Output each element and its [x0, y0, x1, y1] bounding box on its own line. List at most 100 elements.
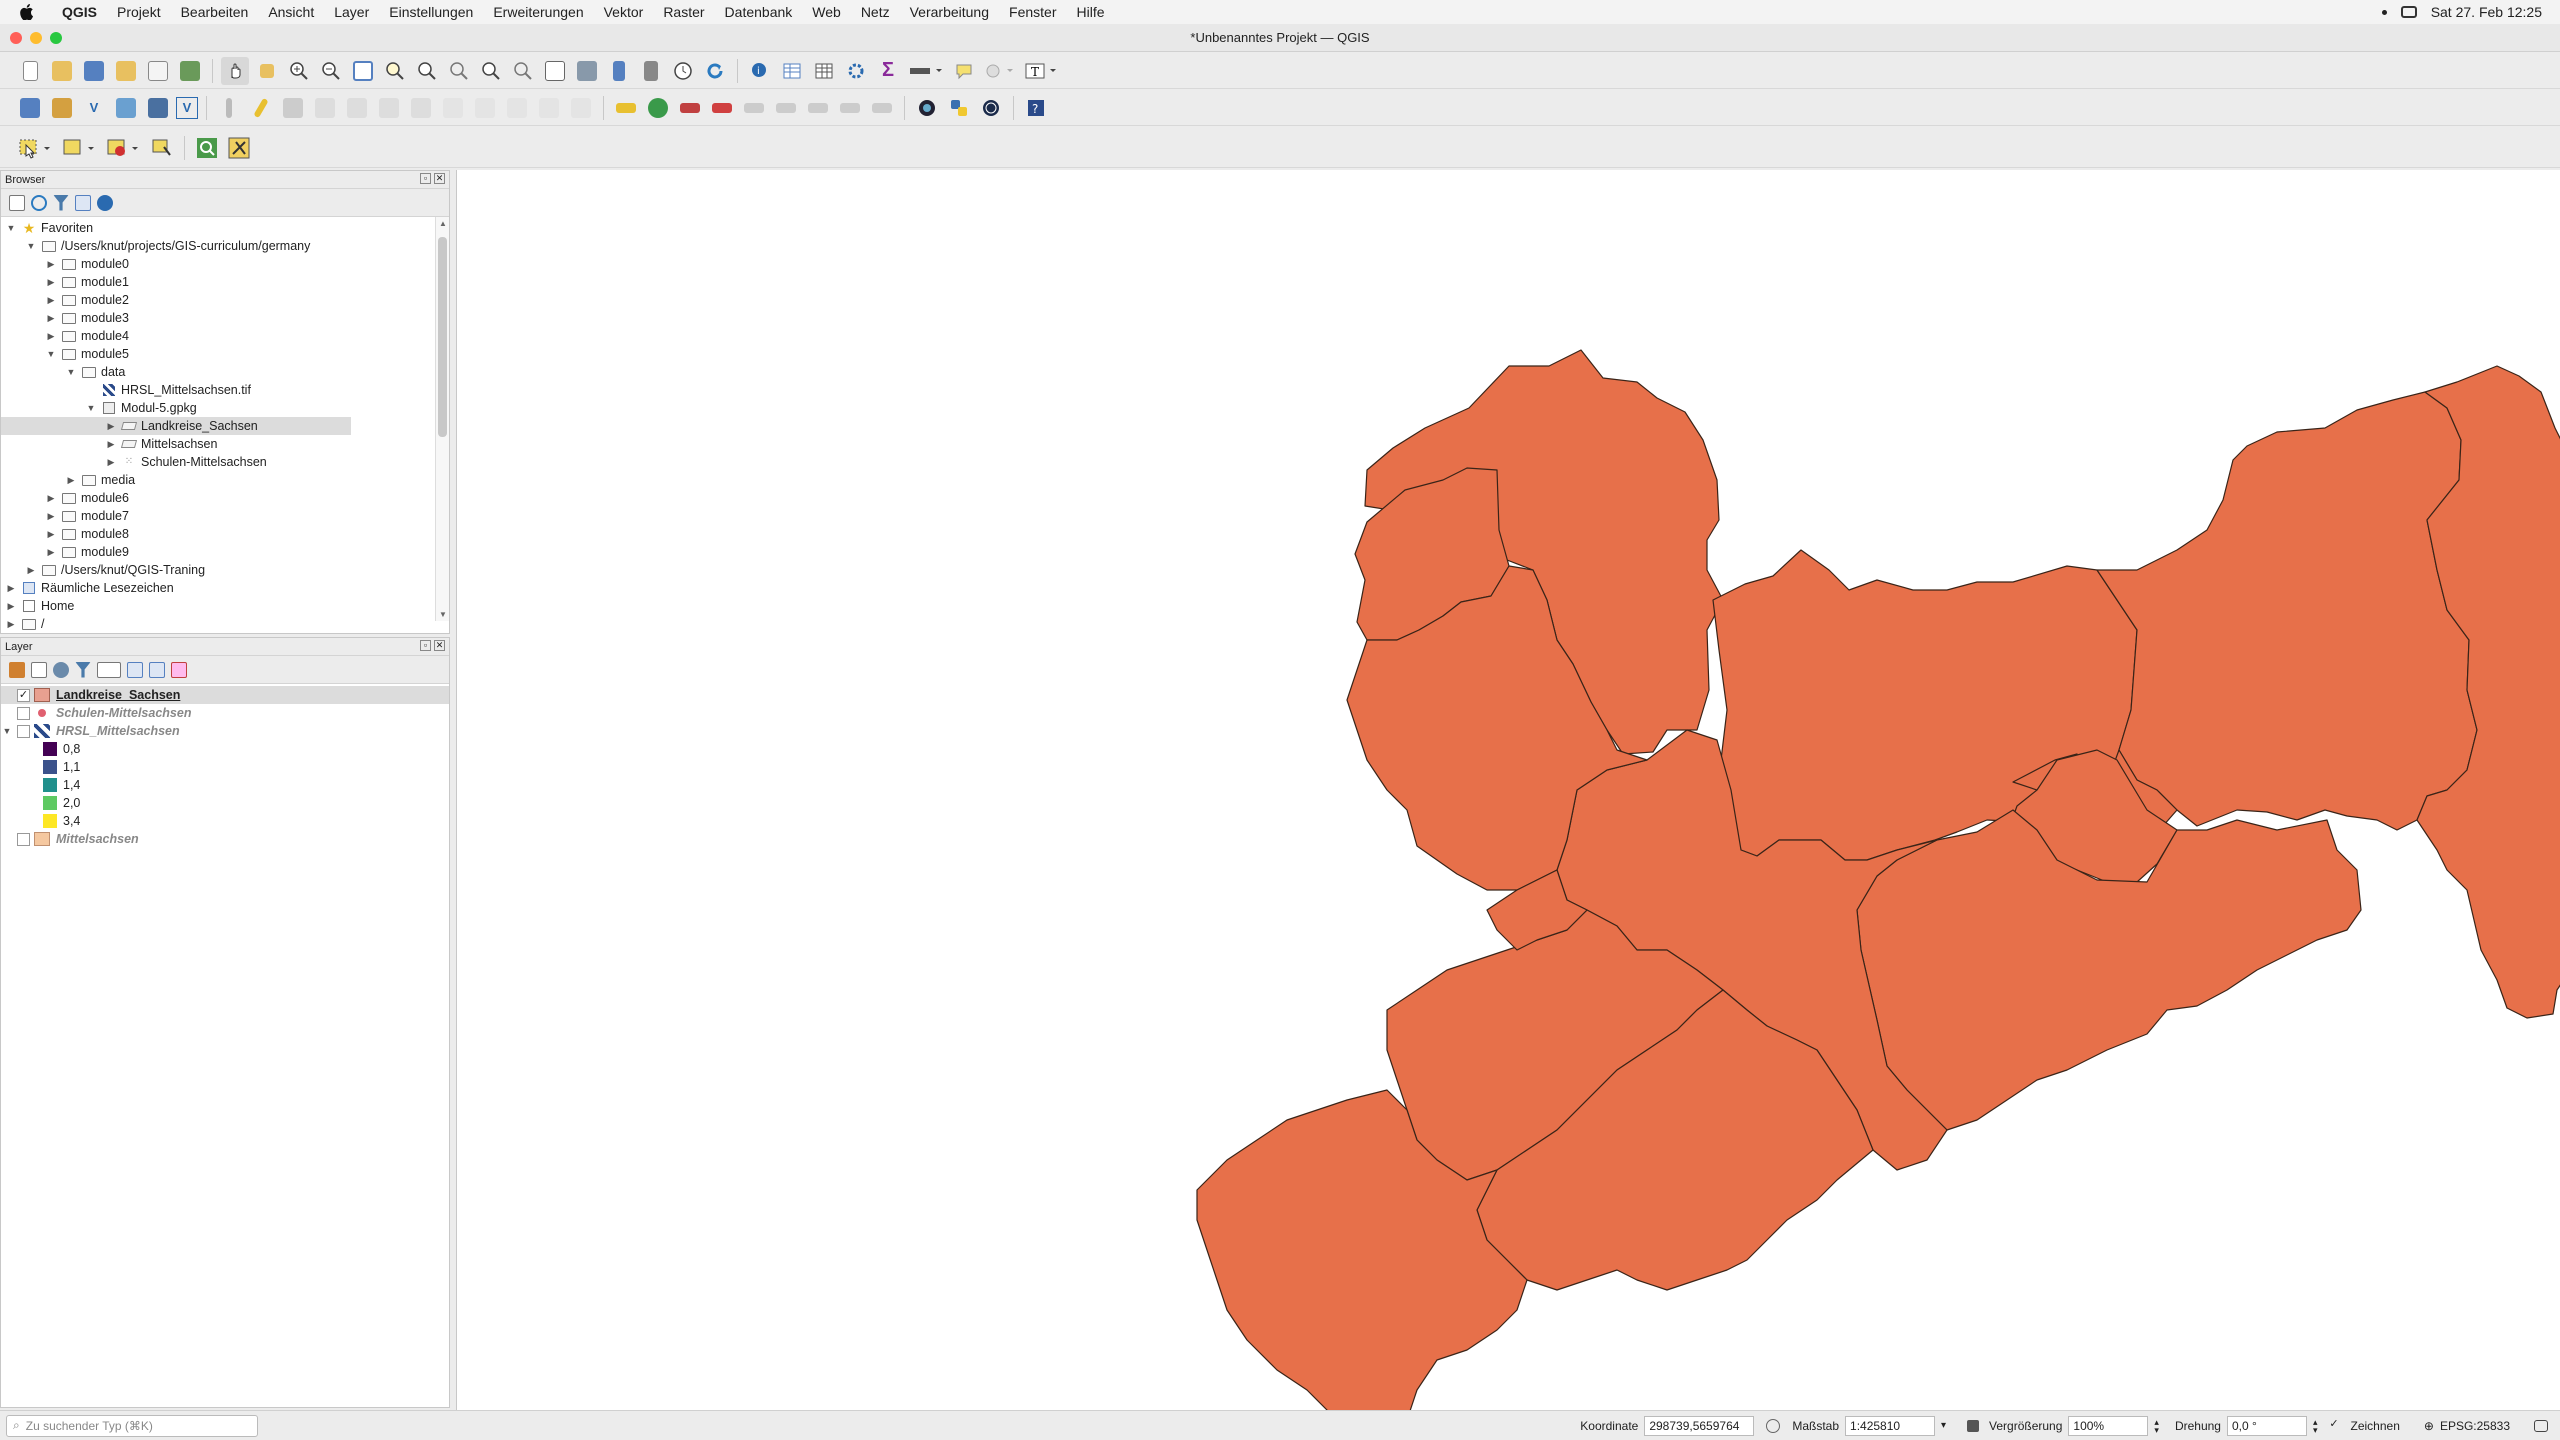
- text-annotation-icon[interactable]: T: [1022, 57, 1062, 85]
- paste-features-icon[interactable]: [503, 94, 531, 122]
- collapsed-arrow-icon[interactable]: ▶: [45, 525, 57, 543]
- menu-bearbeiten[interactable]: Bearbeiten: [171, 4, 259, 20]
- data-source-manager-icon[interactable]: [16, 94, 44, 122]
- deselect-features-icon[interactable]: [104, 134, 144, 162]
- layer-visibility-checkbox[interactable]: [17, 724, 30, 738]
- metasearch-icon[interactable]: [913, 94, 941, 122]
- menu-layer[interactable]: Layer: [324, 4, 379, 20]
- remove-layer-icon[interactable]: [171, 661, 187, 678]
- layer-item-schulen-mittelsachsen[interactable]: Schulen-Mittelsachsen: [1, 704, 449, 722]
- menu-app-qgis[interactable]: QGIS: [52, 4, 107, 20]
- layer-visibility-checkbox[interactable]: [17, 832, 30, 846]
- browser-item-hrsl-mittelsachsen-tif[interactable]: HRSL_Mittelsachsen.tif: [1, 381, 449, 399]
- new-3d-view-button[interactable]: [573, 57, 601, 85]
- expanded-arrow-icon[interactable]: ▼: [25, 237, 37, 255]
- zoom-last-button[interactable]: [477, 57, 505, 85]
- zoom-full-button[interactable]: [349, 57, 377, 85]
- layer-labeling-icon[interactable]: [612, 94, 640, 122]
- temporal-controller-icon[interactable]: [669, 57, 697, 85]
- collapsed-arrow-icon[interactable]: ▶: [45, 507, 57, 525]
- layer-visibility-checkbox[interactable]: [17, 706, 30, 720]
- refresh-icon[interactable]: [701, 57, 729, 85]
- collapsed-arrow-icon[interactable]: ▶: [45, 543, 57, 561]
- python-console-icon[interactable]: [945, 94, 973, 122]
- collapsed-arrow-icon[interactable]: ▶: [105, 435, 117, 453]
- properties-info-icon[interactable]: [97, 194, 113, 211]
- zoom-native-button[interactable]: [445, 57, 473, 85]
- filter-expression-icon[interactable]: [97, 661, 121, 678]
- bookmark-button[interactable]: [605, 57, 633, 85]
- menu-verarbeitung[interactable]: Verarbeitung: [900, 4, 999, 20]
- cut-features-icon[interactable]: [439, 94, 467, 122]
- filter-browser-icon[interactable]: [53, 194, 69, 211]
- globe-icon[interactable]: [977, 94, 1005, 122]
- open-project-button[interactable]: [48, 57, 76, 85]
- browser-item-media[interactable]: ▶ media: [1, 471, 449, 489]
- menu-hilfe[interactable]: Hilfe: [1066, 4, 1114, 20]
- browser-item-schulen-mittelsachsen[interactable]: ▶ ⁙ Schulen-Mittelsachsen: [1, 453, 449, 471]
- save-edits-icon[interactable]: [279, 94, 307, 122]
- layer-item-mittelsachsen[interactable]: Mittelsachsen: [1, 830, 449, 848]
- float-panel-button[interactable]: ▫: [420, 173, 431, 184]
- menu-web[interactable]: Web: [802, 4, 851, 20]
- zoom-to-selection-button[interactable]: [381, 57, 409, 85]
- save-project-button[interactable]: [80, 57, 108, 85]
- add-selected-layers-icon[interactable]: [9, 194, 25, 211]
- collapse-all-layers-icon[interactable]: [149, 661, 165, 678]
- browser-item-module2[interactable]: ▶ module2: [1, 291, 449, 309]
- menu-fenster[interactable]: Fenster: [999, 4, 1066, 20]
- vertex-tool-icon[interactable]: [343, 94, 371, 122]
- apple-icon[interactable]: [20, 3, 38, 21]
- add-vector-layer-icon[interactable]: V: [80, 94, 108, 122]
- processing-toolbox-icon[interactable]: [842, 57, 870, 85]
- browser-item-modul-5-gpkg[interactable]: ▼ Modul-5.gpkg: [1, 399, 449, 417]
- delete-selected-icon[interactable]: [407, 94, 435, 122]
- measure-icon[interactable]: [906, 57, 946, 85]
- browser-item-favoriten[interactable]: ▼ ★ Favoriten: [1, 219, 449, 237]
- show-hide-labels-icon[interactable]: [836, 94, 864, 122]
- menu-projekt[interactable]: Projekt: [107, 4, 171, 20]
- browser-scrollbar[interactable]: ▲ ▼: [435, 217, 449, 621]
- layer-item-landkreise-sachsen[interactable]: ✓ Landkreise_Sachsen: [1, 686, 449, 704]
- help-icon[interactable]: ?: [1022, 94, 1050, 122]
- collapsed-arrow-icon[interactable]: ▶: [45, 327, 57, 345]
- save-as-button[interactable]: [112, 57, 140, 85]
- close-layers-panel-button[interactable]: ✕: [434, 640, 445, 651]
- collapse-all-icon[interactable]: [75, 194, 91, 211]
- coordinate-capture-icon[interactable]: [225, 134, 253, 162]
- status-dot-icon[interactable]: [2381, 9, 2387, 15]
- new-map-view-button[interactable]: [541, 57, 569, 85]
- browser-item-module6[interactable]: ▶ module6: [1, 489, 449, 507]
- render-checkbox[interactable]: ✓: [2328, 1419, 2341, 1432]
- pan-map-button[interactable]: [221, 56, 249, 85]
- menu-raster[interactable]: Raster: [653, 4, 714, 20]
- collapsed-arrow-icon[interactable]: ▶: [5, 597, 17, 615]
- add-raster-layer-icon[interactable]: [112, 94, 140, 122]
- style-manager-button[interactable]: [176, 57, 204, 85]
- collapsed-arrow-icon[interactable]: ▶: [25, 561, 37, 579]
- crs-label[interactable]: EPSG:25833: [2440, 1419, 2510, 1433]
- menu-ansicht[interactable]: Ansicht: [258, 4, 324, 20]
- collapsed-arrow-icon[interactable]: ▶: [45, 273, 57, 291]
- crs-globe-icon[interactable]: ⊕: [2424, 1419, 2434, 1433]
- zoom-window-button[interactable]: [50, 32, 62, 44]
- collapsed-arrow-icon[interactable]: ▶: [45, 309, 57, 327]
- field-calculator-icon[interactable]: [810, 57, 838, 85]
- copy-features-icon[interactable]: [471, 94, 499, 122]
- collapsed-arrow-icon[interactable]: ▶: [105, 417, 117, 435]
- zoom-in-icon[interactable]: [285, 57, 313, 85]
- float-layers-panel-button[interactable]: ▫: [420, 640, 431, 651]
- layer-visibility-checkbox[interactable]: ✓: [17, 688, 30, 702]
- close-panel-button[interactable]: ✕: [434, 173, 445, 184]
- undo-icon[interactable]: [535, 94, 563, 122]
- browser-item-users-knut-projects-gis-curriculum-germany[interactable]: ▼ /Users/knut/projects/GIS-curriculum/ger…: [1, 237, 449, 255]
- menu-einstellungen[interactable]: Einstellungen: [379, 4, 483, 20]
- browser-item-home[interactable]: ▶ Home: [1, 597, 449, 615]
- label-properties-icon[interactable]: [868, 94, 896, 122]
- redo-icon[interactable]: [567, 94, 595, 122]
- map-tips-icon[interactable]: [950, 57, 978, 85]
- statistics-sigma-icon[interactable]: Σ: [874, 57, 902, 85]
- magnifier-stepper-icon[interactable]: ▴ ▾: [2154, 1417, 2159, 1434]
- show-bookmarks-button[interactable]: [637, 57, 665, 85]
- browser-item-[interactable]: ▶ /: [1, 615, 449, 631]
